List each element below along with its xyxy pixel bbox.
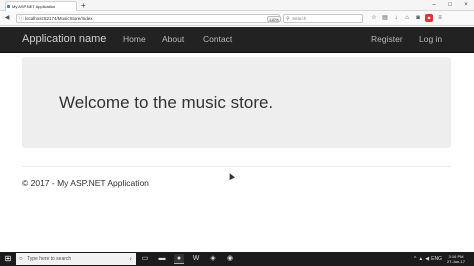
task-view-icon[interactable]: ▭ [140, 254, 150, 264]
toolbar-icons: ☆ ▤ ↓ ⌂ ◙ ◆ ≡ [370, 14, 444, 22]
close-window-button[interactable]: × [458, 0, 474, 10]
file-explorer-icon[interactable]: ▬ [157, 254, 167, 264]
zoom-level[interactable]: 110% [267, 16, 281, 22]
taskbar: ⊞ ○ Type here to search ♪ ▭ ▬ ● W ◈ ◉ ^ … [0, 252, 474, 266]
search-placeholder: Search [292, 16, 307, 21]
tab-title: My ASP.NET Application [12, 4, 56, 9]
search-icon: ○ [19, 256, 23, 262]
footer-divider [22, 166, 451, 167]
taskbar-search-input[interactable]: ○ Type here to search ♪ [16, 253, 136, 265]
close-tab-icon[interactable]: × [76, 4, 77, 10]
taskbar-clock[interactable]: 3:16 PM 27-Jun-17 [444, 254, 468, 264]
download-icon[interactable]: ↓ [392, 14, 400, 22]
nav-home-link[interactable]: Home [123, 27, 146, 52]
microphone-icon[interactable]: ♪ [130, 253, 133, 265]
chrome-icon[interactable]: ◉ [225, 254, 235, 264]
windows-start-icon[interactable]: ⊞ [3, 254, 13, 264]
pocket-icon[interactable]: ◙ [414, 14, 422, 22]
nav-about-link[interactable]: About [162, 27, 184, 52]
search-icon: ⚲ [286, 16, 290, 22]
register-link[interactable]: Register [371, 27, 403, 52]
firefox-icon[interactable]: ● [174, 254, 184, 264]
window-controls: – □ × [426, 0, 474, 10]
taskbar-search-placeholder: Type here to search [27, 256, 72, 262]
shield-icon[interactable]: ◆ [425, 14, 433, 22]
back-icon[interactable]: ◀ [3, 14, 11, 22]
bookmark-icon[interactable]: ▤ [381, 14, 389, 22]
url-text: localhost:52174/MusicStore/Index [25, 16, 93, 21]
info-icon[interactable]: ⓘ [19, 15, 24, 23]
nav-contact-link[interactable]: Contact [203, 27, 232, 52]
footer-text: © 2017 - My ASP.NET Application [22, 178, 149, 188]
jumbotron: Welcome to the music store. [22, 57, 451, 148]
mouse-cursor-icon [227, 172, 235, 180]
home-icon[interactable]: ⌂ [403, 14, 411, 22]
site-navbar: Application name Home About Contact Regi… [0, 27, 474, 53]
word-icon[interactable]: W [191, 254, 201, 264]
tray-chevron-icon[interactable]: ^ [414, 254, 416, 264]
favicon-icon [7, 5, 10, 8]
language-indicator[interactable]: ENG [431, 254, 442, 264]
visual-studio-icon[interactable]: ◈ [208, 254, 218, 264]
menu-icon[interactable]: ≡ [436, 14, 444, 22]
address-bar[interactable]: ⓘ localhost:52174/MusicStore/Index 110% … [16, 14, 291, 23]
star-icon[interactable]: ☆ [370, 14, 378, 22]
browser-search-input[interactable]: ⚲ Search [283, 14, 363, 23]
page-heading: Welcome to the music store. [59, 93, 274, 112]
browser-tab[interactable]: My ASP.NET Application × [5, 1, 77, 11]
login-link[interactable]: Log in [419, 27, 442, 52]
minimize-button[interactable]: – [426, 0, 442, 10]
system-tray: ^ ▲ ◀ ENG [414, 254, 442, 264]
browser-tab-strip: My ASP.NET Application × + – □ × [0, 0, 474, 11]
brand-link[interactable]: Application name [22, 27, 106, 52]
new-tab-button[interactable]: + [81, 1, 86, 10]
clock-date: 27-Jun-17 [446, 259, 465, 264]
network-icon[interactable]: ▲ [418, 254, 423, 264]
maximize-button[interactable]: □ [442, 0, 458, 10]
browser-toolbar: ◀ ⓘ localhost:52174/MusicStore/Index 110… [0, 11, 474, 26]
volume-icon[interactable]: ◀ [425, 254, 429, 264]
